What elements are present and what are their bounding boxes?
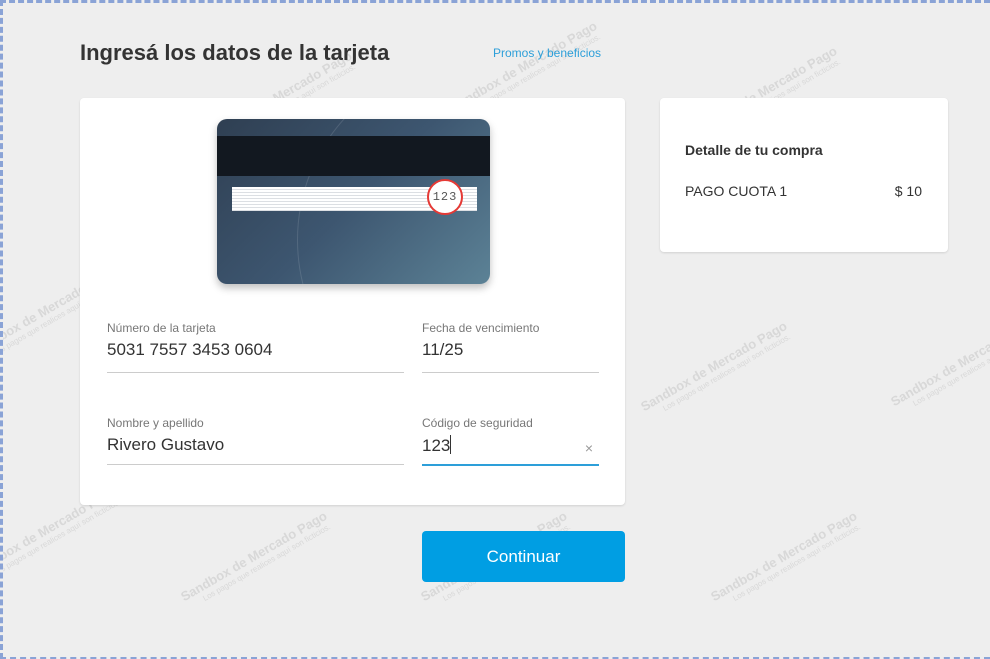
- input-underline: [422, 464, 599, 466]
- sandbox-watermark: Sandbox de Mercado PagoLos pagos que rea…: [888, 313, 990, 410]
- continue-button[interactable]: Continuar: [422, 531, 625, 582]
- security-code-label: Código de seguridad: [422, 416, 533, 430]
- expiry-field[interactable]: Fecha de vencimiento 11/25: [422, 321, 599, 373]
- card-number-field[interactable]: Número de la tarjeta 5031 7557 3453 0604: [107, 321, 404, 373]
- name-label: Nombre y apellido: [107, 416, 204, 430]
- expiry-input[interactable]: 11/25: [422, 340, 599, 362]
- summary-item-name: PAGO CUOTA 1: [685, 183, 788, 199]
- input-underline: [107, 372, 404, 373]
- name-input[interactable]: Rivero Gustavo: [107, 435, 404, 457]
- summary-title: Detalle de tu compra: [685, 142, 823, 158]
- security-code-field[interactable]: Código de seguridad 123 ×: [422, 416, 599, 466]
- name-field[interactable]: Nombre y apellido Rivero Gustavo: [107, 416, 404, 465]
- clear-icon[interactable]: ×: [585, 440, 593, 456]
- sandbox-watermark: Sandbox de Mercado PagoLos pagos que rea…: [708, 508, 863, 605]
- input-underline: [422, 372, 599, 373]
- cvv-example: 123: [432, 190, 458, 204]
- text-cursor: [450, 435, 452, 454]
- security-code-input[interactable]: 123: [422, 435, 599, 457]
- expiry-label: Fecha de vencimiento: [422, 321, 540, 335]
- sandbox-watermark: Sandbox de Mercado PagoLos pagos que rea…: [178, 508, 333, 605]
- checkout-frame: Sandbox de Mercado PagoLos pagos que rea…: [0, 0, 990, 659]
- sandbox-watermark: Sandbox de Mercado PagoLos pagos que rea…: [638, 318, 793, 415]
- promos-link[interactable]: Promos y beneficios: [493, 46, 601, 60]
- page-title: Ingresá los datos de la tarjeta: [80, 40, 390, 65]
- card-back-illustration: 123: [217, 119, 490, 284]
- card-number-label: Número de la tarjeta: [107, 321, 216, 335]
- magnetic-stripe: [217, 136, 490, 176]
- card-number-input[interactable]: 5031 7557 3453 0604: [107, 340, 404, 362]
- summary-item-price: $ 10: [894, 183, 922, 199]
- purchase-summary: Detalle de tu compra PAGO CUOTA 1 $ 10: [660, 98, 948, 252]
- input-underline: [107, 464, 404, 465]
- card-form-panel: 123 Número de la tarjeta 5031 7557 3453 …: [80, 98, 625, 505]
